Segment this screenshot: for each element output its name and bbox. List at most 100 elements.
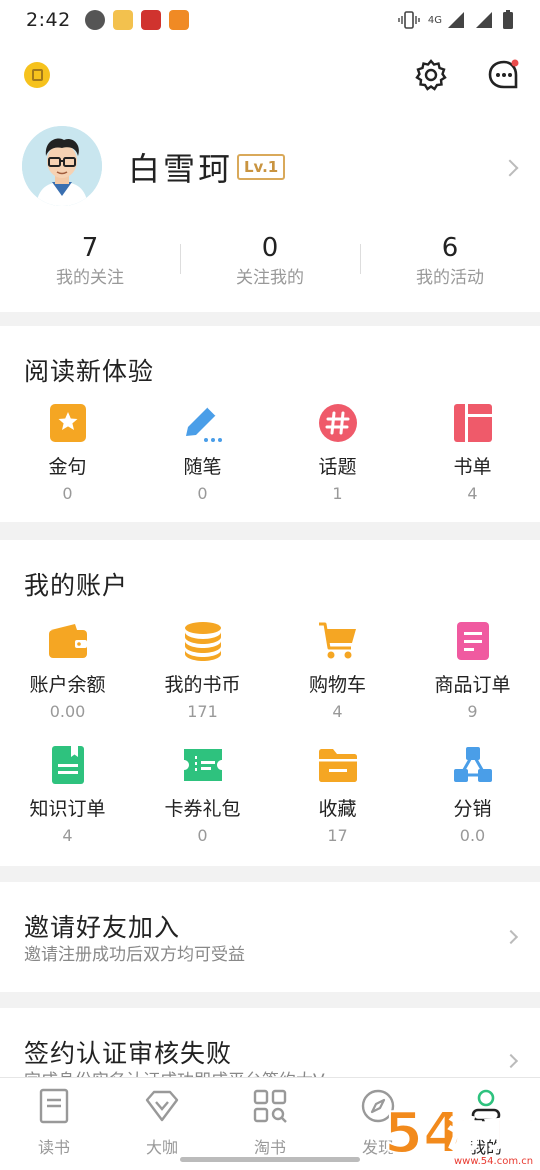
knowledge-icon — [47, 744, 89, 786]
share-network-icon — [452, 744, 494, 786]
item-label: 知识订单 — [29, 798, 106, 820]
notification-app-icon — [84, 10, 105, 30]
contract-verification-row[interactable]: 签约认证审核失败 完成身份实名认证成功即成平台签约大V — [0, 1008, 540, 1078]
account-item-balance[interactable]: 账户余额 0.00 — [0, 620, 135, 724]
reading-item-quotes[interactable]: 金句 0 — [0, 402, 135, 506]
folder-icon — [317, 744, 359, 786]
stat-activities[interactable]: 6 我的活动 — [360, 230, 540, 300]
item-count: 1 — [332, 484, 343, 503]
nav-label: 淘书 — [253, 1138, 286, 1157]
hashtag-icon — [317, 402, 359, 444]
account-item-coupons[interactable]: 卡券礼包 0 — [135, 744, 270, 848]
item-value: 0.0 — [459, 826, 486, 845]
item-value: 171 — [187, 702, 218, 721]
item-label: 商品订单 — [434, 674, 511, 696]
vibrate-icon — [398, 11, 420, 29]
invite-subtitle: 邀请注册成功后双方均可受益 — [24, 945, 245, 965]
stat-label: 我的关注 — [56, 268, 124, 288]
item-count: 0 — [197, 484, 208, 503]
grid-search-icon — [253, 1089, 287, 1123]
pencil-icon — [182, 402, 224, 444]
svg-text:游手游网: 游手游网 — [448, 1115, 540, 1155]
contract-title: 签约认证审核失败 — [24, 1039, 233, 1068]
account-item-favorites[interactable]: 收藏 17 — [270, 744, 405, 848]
unread-dot — [511, 59, 519, 67]
profile-card: 白雪珂 Lv.1 7 我的关注 0 关注我的 6 我的活动 — [0, 40, 540, 312]
item-label: 购物车 — [308, 674, 366, 696]
account-item-distribution[interactable]: 分销 0.0 — [405, 744, 540, 848]
level-badge: Lv.1 — [237, 154, 286, 180]
stat-following[interactable]: 7 我的关注 — [0, 230, 180, 300]
item-count: 4 — [467, 484, 478, 503]
diamond-icon — [145, 1090, 179, 1122]
stat-value: 6 — [441, 233, 459, 263]
home-indicator[interactable] — [180, 1157, 360, 1162]
account-section: 我的账户 账户余额 0.00 我的书币 171 购物车 4 商品订单 9 知识订… — [0, 540, 540, 866]
chevron-right-icon — [503, 1053, 519, 1069]
stat-label: 我的活动 — [416, 268, 484, 288]
profile-chevron-right-icon[interactable] — [501, 159, 519, 177]
nav-read[interactable]: 读书 — [0, 1078, 108, 1170]
coin-stack-icon — [182, 620, 224, 662]
status-bar: 2:42 4G — [0, 0, 540, 40]
coin-icon[interactable] — [24, 62, 50, 88]
nav-label: 读书 — [37, 1138, 70, 1157]
watermark-logo: 54 游手游网 www.54.com.cn — [383, 1096, 540, 1170]
item-value: 9 — [467, 702, 478, 721]
item-value: 0.00 — [49, 702, 86, 721]
item-label: 分销 — [453, 798, 492, 820]
item-label: 账户余额 — [29, 674, 106, 696]
stat-value: 7 — [81, 233, 99, 263]
uc-app-icon — [168, 10, 189, 30]
avatar[interactable] — [22, 126, 102, 206]
reading-item-booklists[interactable]: 书单 4 — [405, 402, 540, 506]
invite-title: 邀请好友加入 — [24, 913, 181, 942]
item-label: 我的书币 — [164, 674, 241, 696]
account-grid-row-2: 知识订单 4 卡券礼包 0 收藏 17 分销 0.0 — [0, 744, 540, 848]
cart-icon — [317, 620, 359, 662]
stat-value: 0 — [261, 233, 279, 263]
network-type-label: 4G — [427, 14, 442, 26]
account-item-coins[interactable]: 我的书币 171 — [135, 620, 270, 724]
section-title: 我的账户 — [24, 571, 129, 600]
account-grid-row-1: 账户余额 0.00 我的书币 171 购物车 4 商品订单 9 — [0, 620, 540, 724]
chevron-right-icon — [503, 929, 519, 945]
section-title: 阅读新体验 — [24, 357, 155, 386]
netease-app-icon — [140, 10, 161, 30]
battery-icon — [503, 10, 513, 29]
reading-item-topics[interactable]: 话题 1 — [270, 402, 405, 506]
chat-bubble-icon[interactable] — [487, 58, 521, 92]
item-label: 话题 — [318, 456, 357, 478]
item-count: 0 — [62, 484, 73, 503]
item-value: 17 — [327, 826, 348, 845]
item-value: 0 — [197, 826, 208, 845]
app-root: 2:42 4G 白雪珂 Lv.1 7 我的关注 0 关注我的 6 我的活动 阅读… — [0, 0, 540, 1170]
nav-label: 大咖 — [145, 1138, 178, 1157]
stat-followers[interactable]: 0 关注我的 — [180, 230, 360, 300]
signal-icon-2 — [476, 12, 492, 28]
account-item-cart[interactable]: 购物车 4 — [270, 620, 405, 724]
item-label: 卡券礼包 — [164, 798, 241, 820]
invite-row[interactable]: 邀请好友加入 邀请注册成功后双方均可受益 — [0, 882, 540, 992]
reading-item-essays[interactable]: 随笔 0 — [135, 402, 270, 506]
username[interactable]: 白雪珂 — [128, 144, 233, 190]
status-time: 2:42 — [26, 9, 71, 31]
gear-icon[interactable] — [414, 58, 448, 92]
item-label: 收藏 — [318, 798, 357, 820]
booklist-icon — [452, 402, 494, 444]
account-item-knowledge-orders[interactable]: 知识订单 4 — [0, 744, 135, 848]
stat-label: 关注我的 — [236, 268, 304, 288]
book-icon — [39, 1088, 69, 1124]
account-item-orders[interactable]: 商品订单 9 — [405, 620, 540, 724]
stats-row: 7 我的关注 0 关注我的 6 我的活动 — [0, 230, 540, 300]
weibo-app-icon — [112, 10, 133, 30]
reading-section: 阅读新体验 金句 0 随笔 0 话题 1 书单 4 — [0, 326, 540, 522]
signal-icon — [448, 12, 464, 28]
ticket-icon — [182, 744, 224, 786]
item-label: 金句 — [48, 456, 87, 478]
item-value: 4 — [62, 826, 73, 845]
item-value: 4 — [332, 702, 343, 721]
item-label: 书单 — [453, 456, 492, 478]
wallet-icon — [47, 620, 89, 662]
reading-grid: 金句 0 随笔 0 话题 1 书单 4 — [0, 402, 540, 506]
